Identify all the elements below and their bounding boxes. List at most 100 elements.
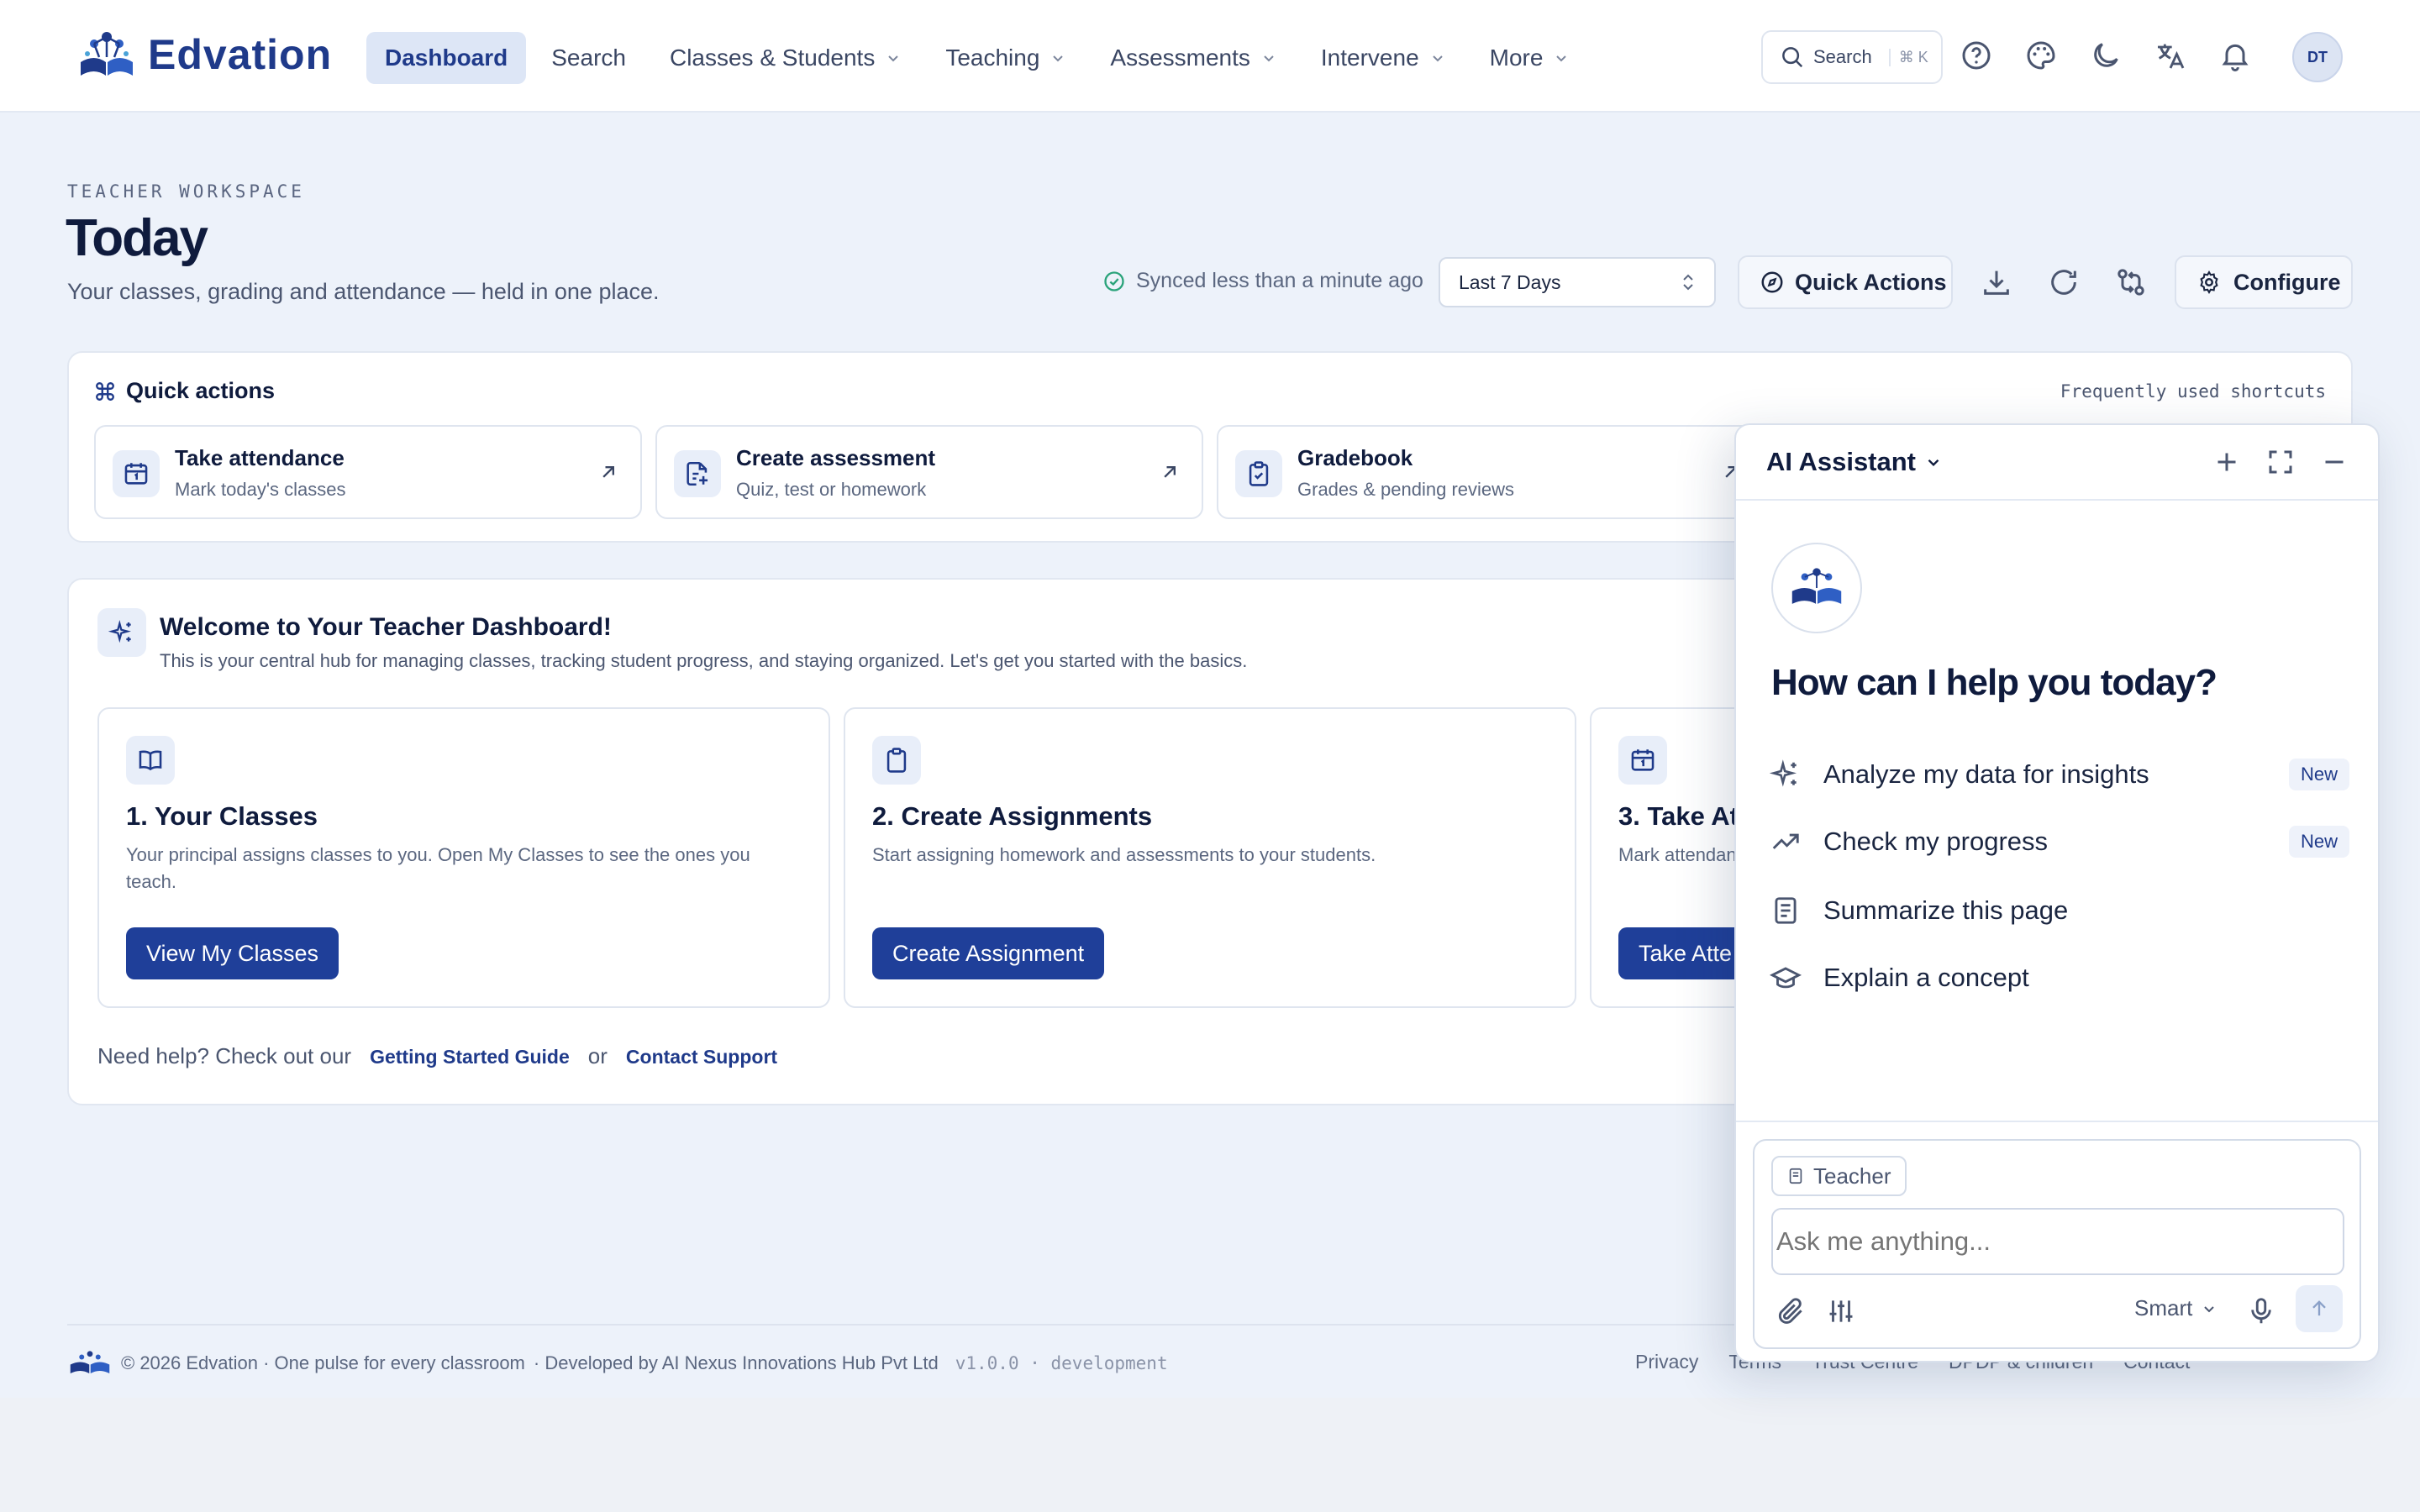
bell-icon[interactable] (2218, 39, 2252, 72)
configure-button[interactable]: Configure (2175, 255, 2353, 309)
edvation-logo-icon (77, 29, 136, 81)
command-icon (96, 381, 114, 401)
date-range-select[interactable]: Last 7 Days (1439, 257, 1716, 307)
quick-actions-hint: Frequently used shortcuts (2060, 381, 2326, 402)
nav-label: Teaching (945, 45, 1040, 71)
create-assignment-button[interactable]: Create Assignment (872, 927, 1105, 979)
brand[interactable]: Edvation (77, 29, 332, 81)
take-attendance-button[interactable]: Take Atte (1618, 927, 1753, 979)
nav-label: Dashboard (385, 45, 508, 71)
brand-name: Edvation (148, 31, 333, 78)
sparkles-icon (1770, 759, 1797, 787)
minimize-icon[interactable] (2319, 447, 2349, 477)
translate-icon[interactable] (2154, 39, 2187, 72)
ai-assistant-title-dropdown[interactable]: AI Assistant (1766, 447, 1943, 477)
view-my-classes-button[interactable]: View My Classes (126, 927, 339, 979)
tile-title: Create assessment (736, 445, 936, 470)
contact-support-link[interactable]: Contact Support (626, 1046, 777, 1068)
quick-action-gradebook[interactable]: Gradebook Grades & pending reviews (1217, 425, 1765, 519)
footer-logo-icon (67, 1351, 113, 1376)
welcome-title: Welcome to Your Teacher Dashboard! (160, 613, 612, 641)
step-title: 3. Take At (1618, 801, 1739, 831)
step-title: 2. Create Assignments (872, 801, 1153, 831)
send-button[interactable] (2296, 1285, 2343, 1332)
sync-text: Synced less than a minute ago (1136, 269, 1423, 292)
nav-classes-students[interactable]: Classes & Students (651, 32, 920, 84)
nav-label: More (1489, 45, 1544, 71)
nav-teaching[interactable]: Teaching (927, 32, 1085, 84)
model-label: Smart (2134, 1295, 2193, 1320)
quick-action-take-attendance[interactable]: Take attendance Mark today's classes (94, 425, 642, 519)
suggestion-explain-concept[interactable]: Explain a concept (1770, 954, 2349, 1001)
clipboard-icon (872, 736, 921, 785)
composer-divider (1736, 1121, 2378, 1122)
nav-dashboard[interactable]: Dashboard (366, 32, 527, 84)
chevron-down-icon (1556, 55, 1567, 62)
nav-assessments[interactable]: Assessments (1092, 32, 1296, 84)
search-label: Search (1813, 46, 1872, 67)
quick-action-create-assessment[interactable]: Create assessment Quiz, test or homework (655, 425, 1203, 519)
quick-actions-title: Quick actions (94, 378, 275, 404)
search-icon (1782, 47, 1803, 68)
new-badge: New (2288, 826, 2349, 858)
suggestion-analyze-data[interactable]: Analyze my data for insights New (1770, 751, 2349, 798)
help-icon[interactable] (1960, 39, 1993, 72)
footer-left: © 2026 Edvation · One pulse for every cl… (67, 1351, 1168, 1376)
chevron-down-icon (1928, 459, 1939, 467)
user-avatar[interactable]: DT (2292, 32, 2343, 82)
main-nav: Dashboard Search Classes & Students Teac… (366, 32, 1595, 84)
suggestion-label: Check my progress (1823, 827, 2049, 856)
global-search-button[interactable]: Search ⌘ K (1761, 30, 1943, 84)
suggestion-summarize-page[interactable]: Summarize this page (1770, 887, 2349, 934)
git-compare-icon[interactable] (2114, 265, 2148, 299)
gear-icon (2200, 270, 2218, 294)
download-icon[interactable] (1980, 265, 2013, 299)
file-plus-icon (674, 450, 721, 497)
tile-subtitle: Grades & pending reviews (1297, 479, 1515, 500)
page-subtitle: Your classes, grading and attendance — h… (67, 279, 660, 304)
nav-more[interactable]: More (1471, 32, 1589, 84)
footer-developer: · Developed by AI Nexus Innovations Hub … (533, 1352, 939, 1373)
date-range-value: Last 7 Days (1459, 270, 1561, 293)
step-your-classes: 1. Your Classes Your principal assigns c… (97, 707, 830, 1008)
trending-up-icon (1772, 833, 1799, 849)
nav-label: Search (551, 45, 626, 71)
document-icon (1775, 897, 1797, 924)
help-line: Need help? Check out our Getting Started… (97, 1043, 777, 1069)
microphone-icon[interactable] (2245, 1295, 2277, 1327)
new-badge: New (2288, 759, 2349, 790)
ai-assistant-title: AI Assistant (1766, 447, 1917, 476)
calendar-icon (113, 450, 160, 497)
book-open-icon (126, 736, 175, 785)
document-icon (1789, 1168, 1802, 1184)
ai-message-input[interactable] (1771, 1208, 2344, 1275)
nav-label: Intervene (1320, 45, 1419, 71)
nav-search[interactable]: Search (533, 32, 644, 84)
maximize-icon[interactable] (2265, 447, 2296, 477)
tile-title: Gradebook (1297, 445, 1413, 470)
palette-icon[interactable] (2024, 39, 2058, 72)
footer-link-privacy[interactable]: Privacy (1635, 1351, 1698, 1373)
top-navbar: Edvation Dashboard Search Classes & Stud… (0, 0, 2420, 113)
tile-subtitle: Mark today's classes (175, 479, 346, 500)
help-prefix: Need help? Check out our (97, 1043, 352, 1068)
sliders-icon[interactable] (1825, 1295, 1857, 1327)
suggestion-check-progress[interactable]: Check my progress New (1770, 818, 2349, 865)
model-select[interactable]: Smart (2134, 1295, 2217, 1321)
paperclip-icon[interactable] (1775, 1295, 1807, 1327)
moon-icon[interactable] (2089, 39, 2123, 72)
context-chip[interactable]: Teacher (1771, 1156, 1907, 1196)
quick-actions-button[interactable]: Quick Actions (1738, 255, 1953, 309)
check-circle-icon (1104, 270, 1124, 291)
nav-intervene[interactable]: Intervene (1302, 32, 1465, 84)
chevron-down-icon (1053, 55, 1064, 62)
quick-actions-title-text: Quick actions (126, 378, 276, 403)
plus-icon[interactable] (2212, 447, 2242, 477)
quick-actions-label: Quick Actions (1795, 269, 1947, 295)
refresh-icon[interactable] (2047, 265, 2081, 299)
page-title: Today (66, 209, 208, 267)
getting-started-link[interactable]: Getting Started Guide (370, 1046, 570, 1068)
arrow-up-right-icon (602, 466, 614, 478)
compass-icon (1761, 271, 1783, 293)
footer-version: v1.0.0 · development (955, 1353, 1168, 1373)
